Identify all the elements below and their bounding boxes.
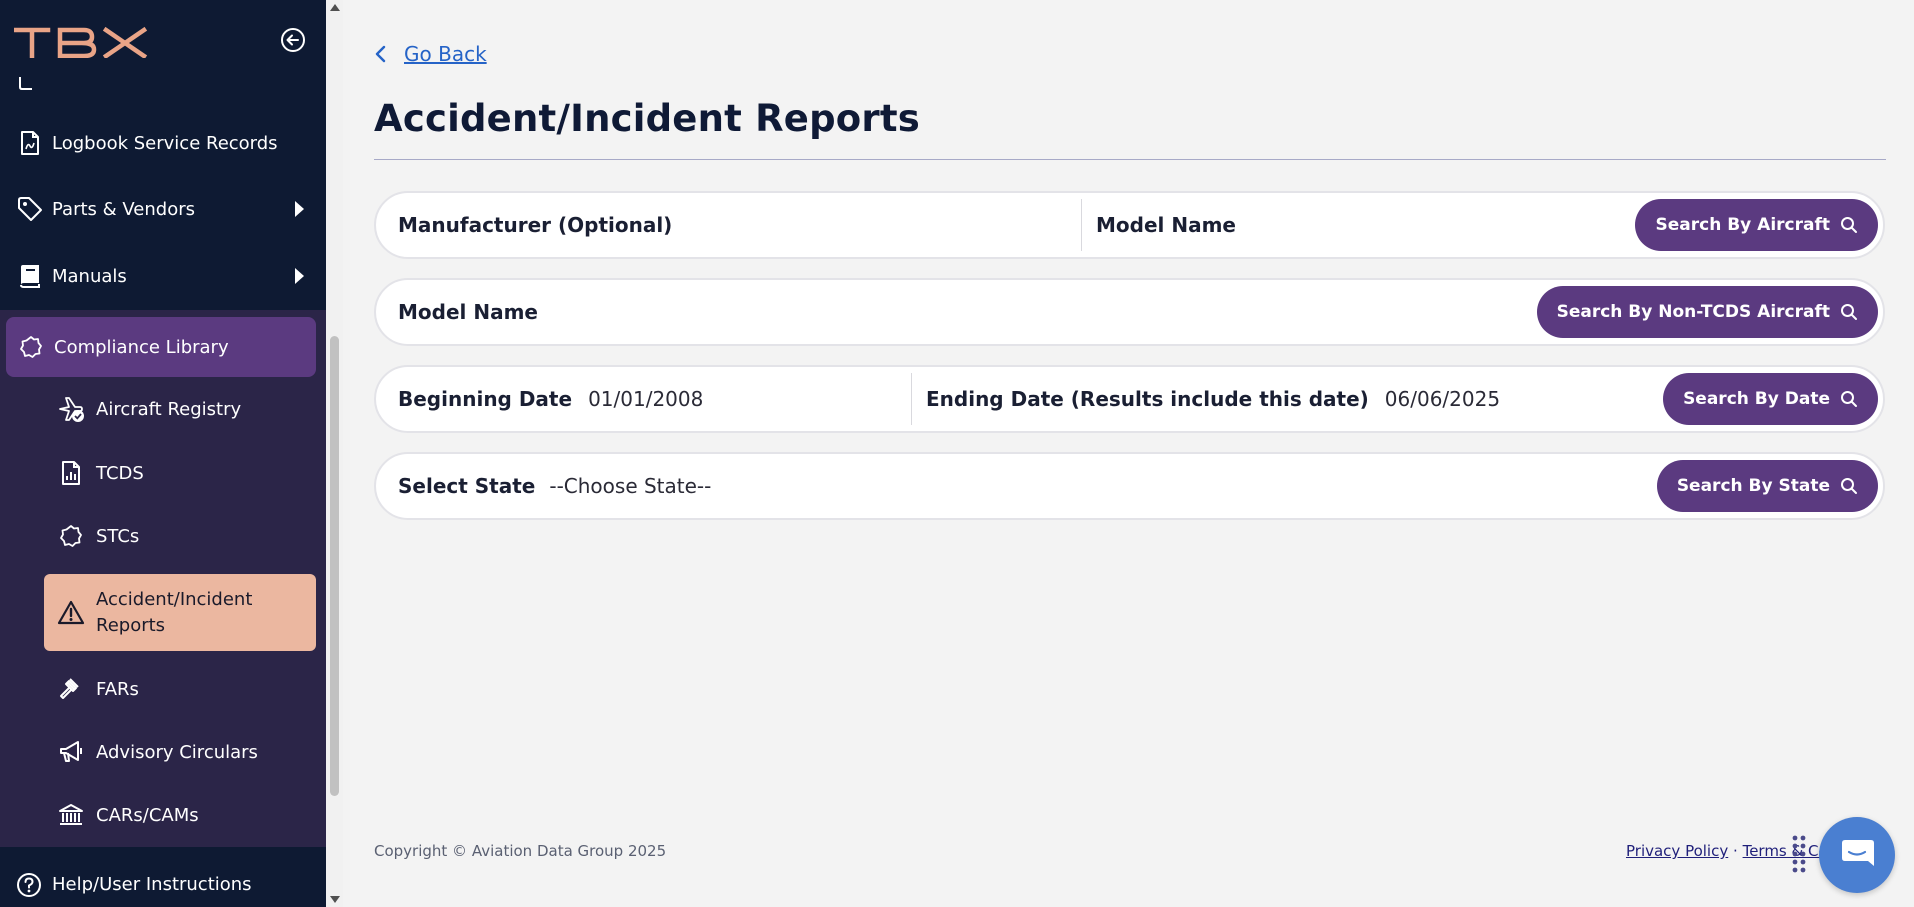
beginning-date-label: Beginning Date [398, 387, 573, 411]
search-by-date-button[interactable]: Search By Date [1663, 373, 1878, 425]
model-name-label: Model Name [398, 300, 538, 324]
footer-separator: · [1733, 842, 1738, 860]
button-label: Search By State [1676, 476, 1830, 496]
ending-date-label: Ending Date (Results include this date) [926, 387, 1369, 411]
button-label: Search By Date [1683, 389, 1830, 409]
book-icon [17, 263, 43, 289]
beginning-date-value: 01/01/2008 [588, 387, 704, 411]
field-divider [911, 373, 912, 425]
megaphone-icon [56, 737, 86, 767]
state-select[interactable]: Select State --Choose State-- [398, 454, 1598, 518]
model-name-field[interactable]: Model Name [1096, 193, 1596, 257]
bank-icon [56, 800, 86, 830]
search-by-date-row: Beginning Date 01/01/2008 Ending Date (R… [374, 365, 1885, 433]
manufacturer-field[interactable]: Manufacturer (Optional) [398, 193, 1068, 257]
search-by-state-button[interactable]: Search By State [1656, 460, 1878, 512]
sidebar-item-logbook[interactable]: Logbook Service Records [0, 115, 326, 171]
warning-icon [56, 598, 86, 628]
chat-widget-button[interactable] [1819, 817, 1895, 893]
sidebar-item-label: Parts & Vendors [52, 198, 196, 220]
sidebar-item-compliance-library[interactable]: Compliance Library [6, 317, 316, 377]
go-back-link[interactable]: Go Back [374, 42, 487, 66]
beginning-date-field[interactable]: Beginning Date 01/01/2008 [398, 367, 908, 431]
sidebar-item-parts-vendors[interactable]: Parts & Vendors [0, 181, 326, 237]
search-icon [1841, 391, 1857, 407]
state-label: Select State [398, 474, 536, 498]
airplane-check-icon [56, 394, 86, 424]
caret-right-icon [295, 201, 304, 217]
question-circle-icon [16, 872, 42, 898]
caret-right-icon [295, 268, 304, 284]
sidebar-subitem-label: STCs [96, 525, 140, 547]
badge-icon [56, 521, 86, 551]
sidebar-item-label: Compliance Library [54, 336, 229, 358]
sidebar-subitem-stcs[interactable]: STCs [44, 510, 316, 562]
sidebar-subitem-aircraft-registry[interactable]: Aircraft Registry [44, 383, 316, 435]
button-label: Search By Aircraft [1655, 215, 1830, 235]
sidebar-item-label: Logbook Service Records [52, 132, 278, 154]
sidebar: Logbook Service Records Parts & Vendors … [0, 0, 326, 907]
sidebar-subitem-label: TCDS [96, 462, 144, 484]
document-icon [17, 130, 43, 156]
partial-menu-icon [18, 76, 38, 90]
search-icon [1841, 304, 1857, 320]
privacy-policy-link[interactable]: Privacy Policy [1626, 842, 1728, 860]
copyright-text: Copyright © Aviation Data Group 2025 [374, 842, 667, 860]
model-name-label: Model Name [1096, 213, 1236, 237]
terms-link[interactable]: Terms & Co [1743, 842, 1828, 860]
button-label: Search By Non-TCDS Aircraft [1556, 302, 1830, 322]
sidebar-subitem-tcds[interactable]: TCDS [44, 447, 316, 499]
collapse-sidebar-icon[interactable] [280, 27, 306, 53]
field-divider [1081, 199, 1082, 251]
drag-handle-icon[interactable] [1791, 834, 1807, 876]
tag-icon [17, 196, 43, 222]
search-by-non-tcds-aircraft-button[interactable]: Search By Non-TCDS Aircraft [1536, 286, 1878, 338]
sidebar-subitem-label: FARs [96, 678, 139, 700]
tbx-logo[interactable] [13, 26, 148, 62]
search-icon [1841, 478, 1857, 494]
sidebar-subitem-label: Advisory Circulars [96, 741, 258, 763]
sidebar-item-label: Manuals [52, 265, 127, 287]
manufacturer-label: Manufacturer (Optional) [398, 213, 673, 237]
sidebar-item-manuals[interactable]: Manuals [0, 248, 326, 304]
state-select-value: --Choose State-- [549, 474, 712, 498]
sidebar-subitem-label: Aircraft Registry [96, 398, 242, 420]
sidebar-item-label: Help/User Instructions [52, 874, 252, 895]
ending-date-value: 06/06/2025 [1384, 387, 1501, 411]
sidebar-subitem-advisory-circulars[interactable]: Advisory Circulars [44, 726, 316, 778]
chat-icon [1842, 840, 1874, 866]
non-tcds-model-name-field[interactable]: Model Name [398, 280, 1598, 344]
sidebar-scrollbar[interactable] [326, 0, 343, 907]
title-divider [374, 159, 1886, 160]
search-by-aircraft-button[interactable]: Search By Aircraft [1635, 199, 1878, 251]
scroll-down-arrow-icon[interactable] [330, 896, 340, 903]
sidebar-subitem-cars-cams[interactable]: CARs/CAMs [44, 789, 316, 841]
sidebar-subitem-label: Accident/Incident Reports [96, 588, 253, 636]
badge-icon [18, 334, 44, 360]
search-by-aircraft-row: Manufacturer (Optional) Model Name Searc… [374, 191, 1885, 259]
page-title: Accident/Incident Reports [374, 97, 920, 140]
go-back-label: Go Back [404, 42, 487, 66]
scroll-up-arrow-icon[interactable] [330, 4, 340, 11]
chart-document-icon [56, 458, 86, 488]
search-icon [1841, 217, 1857, 233]
gavel-icon [56, 674, 86, 704]
search-by-state-row: Select State --Choose State-- Search By … [374, 452, 1885, 520]
search-by-non-tcds-row: Model Name Search By Non-TCDS Aircraft [374, 278, 1885, 346]
sidebar-subitem-accident-incident[interactable]: Accident/Incident Reports [44, 574, 316, 651]
chevron-left-icon [375, 45, 386, 63]
ending-date-field[interactable]: Ending Date (Results include this date) … [926, 367, 1506, 431]
scroll-thumb[interactable] [330, 336, 339, 796]
sidebar-subitem-label: CARs/CAMs [96, 804, 199, 826]
sidebar-subitem-fars[interactable]: FARs [44, 663, 316, 715]
sidebar-item-help[interactable]: Help/User Instructions [0, 862, 326, 907]
